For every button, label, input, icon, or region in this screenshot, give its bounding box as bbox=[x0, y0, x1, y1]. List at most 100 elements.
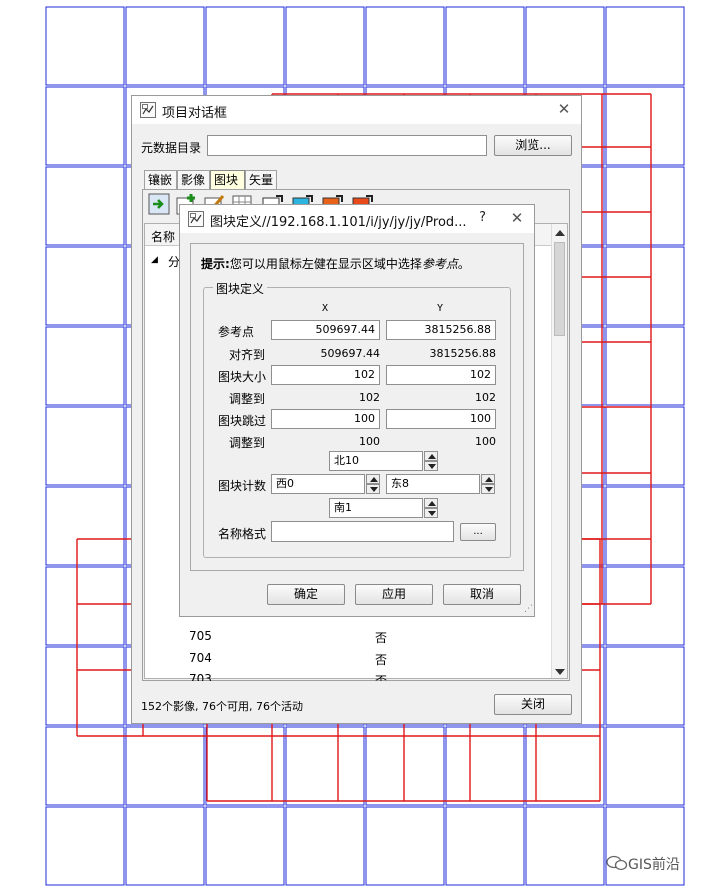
east-spinbox[interactable]: 东8 bbox=[386, 474, 480, 494]
project-dialog-titlebar[interactable]: 项目对话框 ✕ bbox=[132, 96, 581, 124]
skip-adjust-y: 100 bbox=[475, 435, 496, 448]
scroll-up-icon[interactable] bbox=[555, 230, 565, 236]
metadata-dir-input[interactable] bbox=[207, 135, 487, 156]
import-tile-icon[interactable] bbox=[148, 193, 170, 215]
table-row-flag: 否 bbox=[375, 674, 388, 681]
group-label: 图块定义 bbox=[213, 280, 268, 297]
grid-tile bbox=[45, 246, 125, 326]
watermark: GIS前沿 bbox=[606, 854, 680, 874]
skip-x-input[interactable]: 100 bbox=[271, 409, 380, 429]
grid-tile bbox=[45, 326, 125, 406]
grid-tile bbox=[605, 326, 685, 406]
spin-up-icon[interactable] bbox=[424, 451, 438, 461]
scroll-thumb[interactable] bbox=[554, 242, 565, 336]
list-scrollbar[interactable] bbox=[551, 224, 567, 678]
tile-count-label: 图块计数 bbox=[218, 479, 267, 493]
north-spin-buttons[interactable] bbox=[424, 451, 438, 471]
spin-down-icon[interactable] bbox=[481, 484, 495, 494]
align-y-value: 3815256.88 bbox=[429, 347, 496, 360]
grid-tile bbox=[525, 726, 605, 806]
apply-button[interactable]: 应用 bbox=[355, 584, 433, 605]
grid-tile bbox=[45, 726, 125, 806]
grid-tile bbox=[525, 6, 605, 86]
grid-tile bbox=[205, 806, 285, 886]
tab-0[interactable]: 镶嵌 bbox=[144, 170, 177, 189]
spin-up-icon[interactable] bbox=[481, 474, 495, 484]
grid-tile bbox=[605, 6, 685, 86]
west-spin-buttons[interactable] bbox=[366, 474, 380, 494]
tile-skip-label: 图块跳过 bbox=[218, 414, 267, 428]
grid-tile bbox=[605, 566, 685, 646]
table-row-name[interactable]: 704 bbox=[189, 651, 212, 665]
app-icon bbox=[140, 102, 156, 118]
table-row-name[interactable]: 705 bbox=[189, 629, 212, 643]
ok-button[interactable]: 确定 bbox=[267, 584, 345, 605]
grid-tile bbox=[45, 86, 125, 166]
grid-tile bbox=[365, 726, 445, 806]
column-x-label: X bbox=[322, 303, 329, 314]
grid-tile bbox=[605, 646, 685, 726]
ref-point-label: 参考点 bbox=[218, 325, 255, 339]
tab-1[interactable]: 影像 bbox=[177, 170, 210, 189]
tile-dialog-title: 图块定义//192.168.1.101/i/jy/jy/jy/Prod... bbox=[210, 215, 467, 230]
wechat-icon bbox=[606, 855, 628, 871]
east-spin-buttons[interactable] bbox=[481, 474, 495, 494]
grid-tile bbox=[45, 486, 125, 566]
grid-tile bbox=[205, 6, 285, 86]
grid-tile bbox=[45, 646, 125, 726]
skip-y-input[interactable]: 100 bbox=[386, 409, 496, 429]
grid-tile bbox=[605, 166, 685, 246]
north-spinbox[interactable]: 北10 bbox=[329, 451, 423, 471]
south-spinbox[interactable]: 南1 bbox=[329, 498, 423, 518]
ref-y-input[interactable]: 3815256.88 bbox=[386, 320, 496, 340]
hint-italic: 参考点 bbox=[421, 257, 458, 271]
browse-button[interactable]: 浏览... bbox=[494, 135, 572, 156]
close-button[interactable]: 关闭 bbox=[494, 694, 572, 715]
spin-up-icon[interactable] bbox=[424, 498, 438, 508]
grid-tile bbox=[605, 86, 685, 166]
align-x-value: 509697.44 bbox=[320, 347, 381, 360]
spin-down-icon[interactable] bbox=[424, 461, 438, 471]
resize-grip-icon[interactable]: ⋰ bbox=[524, 604, 533, 614]
tab-3[interactable]: 矢量 bbox=[245, 170, 277, 189]
grid-tile bbox=[45, 566, 125, 646]
ref-x-input[interactable]: 509697.44 bbox=[271, 320, 380, 340]
tab-2[interactable]: 图块 bbox=[210, 170, 245, 189]
hint-bold: 提示: bbox=[201, 257, 230, 271]
grid-tile bbox=[285, 6, 365, 86]
south-spin-buttons[interactable] bbox=[424, 498, 438, 518]
help-icon[interactable]: ? bbox=[479, 210, 486, 225]
grid-tile bbox=[605, 486, 685, 566]
grid-tile bbox=[605, 246, 685, 326]
tile-dialog-titlebar[interactable]: 图块定义//192.168.1.101/i/jy/jy/jy/Prod... ?… bbox=[180, 205, 534, 233]
grid-tile bbox=[365, 806, 445, 886]
project-dialog-close-icon[interactable]: ✕ bbox=[553, 99, 575, 121]
size-x-input[interactable]: 102 bbox=[271, 365, 380, 385]
grid-tile bbox=[125, 806, 205, 886]
metadata-dir-label: 元数据目录 bbox=[141, 141, 202, 155]
table-row-flag: 否 bbox=[375, 631, 388, 645]
tile-dialog-close-icon[interactable]: ✕ bbox=[506, 208, 528, 230]
spin-down-icon[interactable] bbox=[424, 508, 438, 518]
grid-tile bbox=[605, 726, 685, 806]
skip-adjust-x: 100 bbox=[359, 435, 380, 448]
grid-tile bbox=[445, 726, 525, 806]
hint-end: 。 bbox=[457, 257, 470, 271]
hint-text: 提示:您可以用鼠标左健在显示区域中选择参考点。 bbox=[201, 255, 470, 272]
name-format-browse-button[interactable]: ... bbox=[460, 523, 496, 541]
list-header-name[interactable]: 名称 bbox=[151, 228, 175, 245]
scroll-down-icon[interactable] bbox=[555, 669, 565, 675]
grid-tile bbox=[445, 806, 525, 886]
spin-up-icon[interactable] bbox=[366, 474, 380, 484]
grid-tile bbox=[525, 806, 605, 886]
spin-down-icon[interactable] bbox=[366, 484, 380, 494]
cancel-button[interactable]: 取消 bbox=[443, 584, 521, 605]
name-format-input[interactable] bbox=[271, 521, 454, 542]
grid-tile bbox=[125, 6, 205, 86]
size-adjust-label: 调整到 bbox=[229, 392, 266, 406]
west-spinbox[interactable]: 西0 bbox=[271, 474, 365, 494]
tree-expand-icon[interactable]: ◢ bbox=[151, 255, 158, 265]
grid-tile bbox=[445, 6, 525, 86]
table-row-name[interactable]: 703 bbox=[189, 672, 212, 681]
size-y-input[interactable]: 102 bbox=[386, 365, 496, 385]
